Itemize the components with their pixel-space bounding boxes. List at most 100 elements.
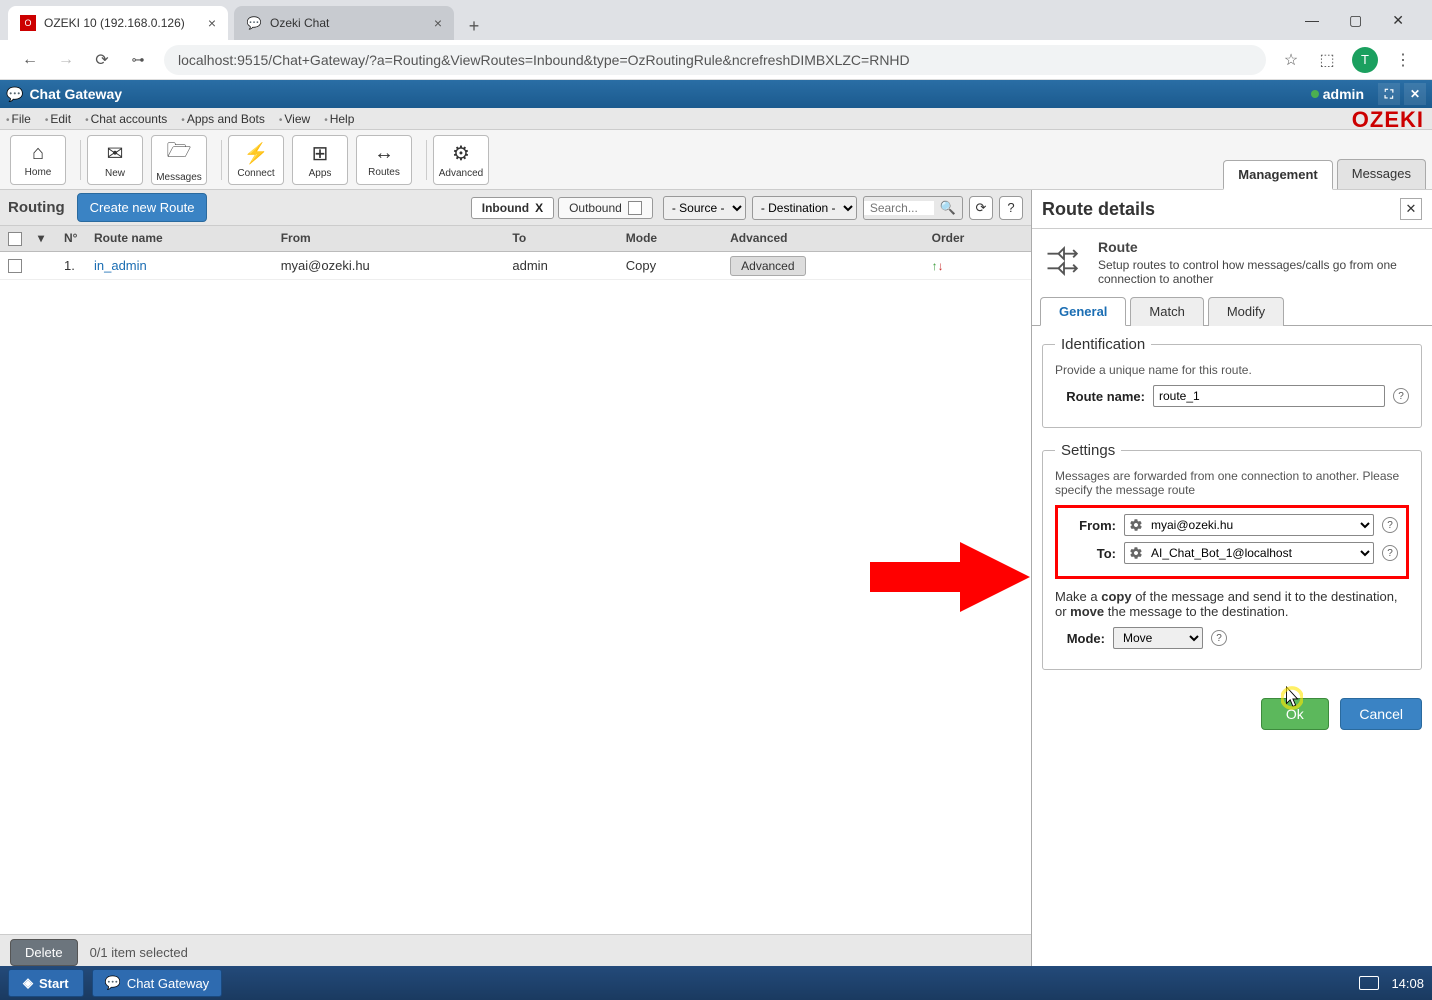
mode-label: Mode:: [1055, 631, 1105, 646]
help-icon[interactable]: ?: [1382, 517, 1398, 533]
menu-chat-accounts[interactable]: Chat accounts: [85, 112, 167, 126]
filter-inbound[interactable]: InboundX: [471, 197, 554, 219]
route-name-link[interactable]: in_admin: [94, 258, 147, 273]
menu-file[interactable]: File: [6, 112, 31, 126]
tab-match[interactable]: Match: [1130, 297, 1203, 326]
ok-button[interactable]: Ok: [1261, 698, 1329, 730]
browser-tab-inactive[interactable]: 💬 Ozeki Chat ×: [234, 6, 454, 40]
maximize-icon[interactable]: ▢: [1341, 8, 1370, 33]
from-select[interactable]: myai@ozeki.hu: [1124, 514, 1374, 536]
subtab-management[interactable]: Management: [1223, 160, 1332, 190]
minimize-icon[interactable]: —: [1297, 8, 1327, 32]
outbound-checkbox[interactable]: [628, 201, 642, 215]
toolbar-messages[interactable]: 🗁Messages: [151, 135, 207, 185]
menu-apps-bots[interactable]: Apps and Bots: [181, 112, 265, 126]
profile-avatar[interactable]: T: [1352, 47, 1378, 73]
route-icon: [1042, 239, 1086, 283]
start-icon: ◈: [23, 975, 33, 991]
taskbar-item-chat-gateway[interactable]: 💬 Chat Gateway: [92, 969, 223, 997]
app-close-icon[interactable]: ✕: [1404, 83, 1426, 105]
home-icon: ⌂: [32, 142, 44, 165]
keyboard-icon[interactable]: [1359, 976, 1379, 990]
toolbar-routes[interactable]: ↔Routes: [356, 135, 412, 185]
toolbar-new[interactable]: ✉New: [87, 135, 143, 185]
new-tab-button[interactable]: +: [460, 12, 488, 40]
search-icon[interactable]: 🔍: [934, 200, 962, 216]
table-row[interactable]: 1. in_admin myai@ozeki.hu admin Copy Adv…: [0, 251, 1031, 280]
taskbar: ◈ Start 💬 Chat Gateway 14:08: [0, 966, 1432, 1000]
toolbar-advanced[interactable]: ⚙Advanced: [433, 135, 489, 185]
ozeki-favicon-icon: O: [20, 15, 36, 31]
mode-select[interactable]: Move: [1113, 627, 1203, 649]
route-name-label: Route name:: [1055, 389, 1145, 404]
tab-close-icon[interactable]: ×: [208, 15, 216, 31]
routes-table: ▾ N° Route name From To Mode Advanced Or…: [0, 226, 1031, 934]
admin-label[interactable]: admin: [1323, 86, 1364, 102]
col-name: Route name: [86, 226, 273, 251]
menu-view[interactable]: View: [279, 112, 310, 126]
routes-icon: ↔: [374, 142, 394, 165]
menu-edit[interactable]: Edit: [45, 112, 71, 126]
details-close-button[interactable]: ✕: [1400, 198, 1422, 220]
selection-count: 0/1 item selected: [90, 945, 188, 960]
cancel-button[interactable]: Cancel: [1340, 698, 1422, 730]
url-input[interactable]: localhost:9515/Chat+Gateway/?a=Routing&V…: [164, 45, 1266, 75]
route-name-input[interactable]: [1153, 385, 1385, 407]
bookmark-icon[interactable]: ☆: [1280, 49, 1302, 71]
to-select[interactable]: AI_Chat_Bot_1@localhost: [1124, 542, 1374, 564]
highlight-annotation: From: myai@ozeki.hu ? To: AI_Chat_Bot_1@…: [1055, 505, 1409, 579]
browser-tab-strip: O OZEKI 10 (192.168.0.126) × 💬 Ozeki Cha…: [0, 0, 1432, 40]
address-bar: ← → ⟳ ⊶ localhost:9515/Chat+Gateway/?a=R…: [0, 40, 1432, 80]
identification-fieldset: Identification Provide a unique name for…: [1042, 336, 1422, 428]
route-details-pane: Route details ✕ Route Setup routes to co…: [1032, 190, 1432, 970]
filter-outbound[interactable]: Outbound: [558, 197, 653, 219]
route-heading: Route: [1098, 239, 1422, 255]
help-icon[interactable]: ?: [1382, 545, 1398, 561]
inbound-clear-icon[interactable]: X: [535, 201, 543, 215]
reload-button[interactable]: ⟳: [88, 46, 116, 74]
settings-fieldset: Settings Messages are forwarded from one…: [1042, 442, 1422, 670]
order-arrows[interactable]: ↑↓: [932, 259, 944, 273]
clock: 14:08: [1391, 976, 1424, 991]
to-label: To:: [1066, 546, 1116, 561]
menu-help[interactable]: Help: [324, 112, 354, 126]
browser-menu-icon[interactable]: ⋮: [1392, 49, 1414, 71]
help-icon[interactable]: ?: [1211, 630, 1227, 646]
row-checkbox[interactable]: [8, 259, 22, 273]
col-to: To: [504, 226, 617, 251]
delete-button[interactable]: Delete: [10, 939, 78, 966]
source-filter[interactable]: - Source -: [663, 196, 746, 220]
site-info-icon[interactable]: ⊶: [124, 46, 152, 74]
create-route-button[interactable]: Create new Route: [77, 193, 208, 222]
subtab-messages[interactable]: Messages: [1337, 159, 1426, 189]
refresh-button[interactable]: ⟳: [969, 196, 993, 220]
back-button[interactable]: ←: [16, 46, 44, 74]
expand-column[interactable]: ▾: [30, 226, 56, 251]
toolbar-connect[interactable]: ⚡Connect: [228, 135, 284, 185]
help-button[interactable]: ?: [999, 196, 1023, 220]
help-icon[interactable]: ?: [1393, 388, 1409, 404]
chat-favicon-icon: 💬: [246, 15, 262, 31]
toolbar-apps[interactable]: ⊞Apps: [292, 135, 348, 185]
destination-filter[interactable]: - Destination -: [752, 196, 857, 220]
chat-gateway-icon: 💬: [105, 975, 121, 991]
start-button[interactable]: ◈ Start: [8, 969, 84, 997]
routing-toolbar: Routing Create new Route InboundX Outbou…: [0, 190, 1031, 226]
routes-pane: Routing Create new Route InboundX Outbou…: [0, 190, 1032, 970]
tab-close-icon[interactable]: ×: [434, 15, 442, 31]
forward-button[interactable]: →: [52, 46, 80, 74]
toolbar-home[interactable]: ⌂Home: [10, 135, 66, 185]
tab-title: OZEKI 10 (192.168.0.126): [44, 16, 185, 30]
browser-tab-active[interactable]: O OZEKI 10 (192.168.0.126) ×: [8, 6, 228, 40]
tab-general[interactable]: General: [1040, 297, 1126, 326]
identification-hint: Provide a unique name for this route.: [1055, 363, 1409, 377]
copy-move-description: Make a copy of the message and send it t…: [1055, 589, 1409, 619]
advanced-pill[interactable]: Advanced: [730, 256, 805, 276]
window-close-icon[interactable]: ✕: [1384, 8, 1412, 33]
extensions-icon[interactable]: ⬚: [1316, 49, 1338, 71]
menubar: File Edit Chat accounts Apps and Bots Vi…: [0, 108, 1432, 130]
search-input[interactable]: [864, 201, 934, 215]
app-fullscreen-icon[interactable]: ⛶: [1378, 83, 1400, 105]
select-all-checkbox[interactable]: [8, 232, 22, 246]
tab-modify[interactable]: Modify: [1208, 297, 1284, 326]
